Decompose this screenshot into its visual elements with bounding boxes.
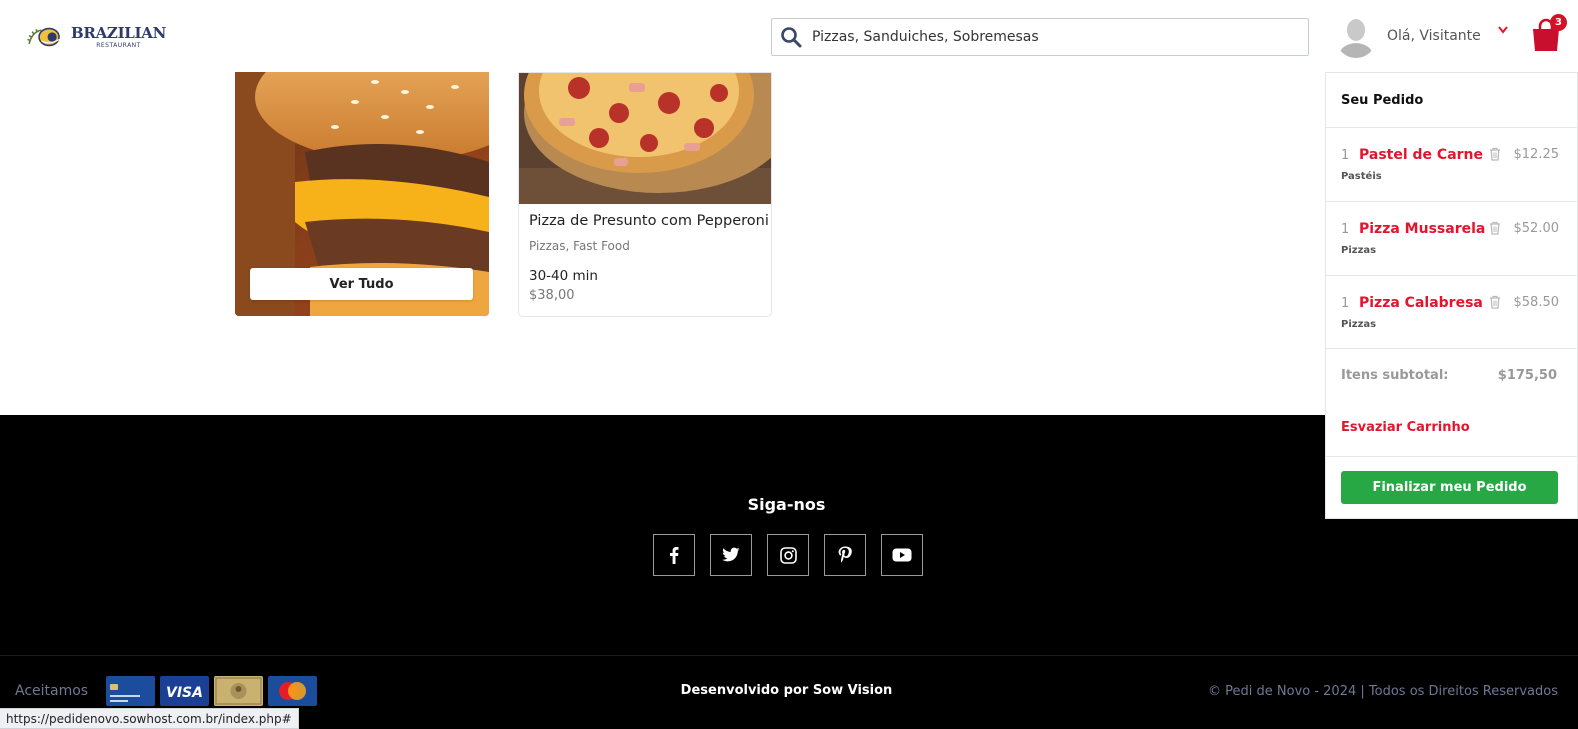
user-menu[interactable]: Olá, Visitante xyxy=(1335,14,1509,58)
status-bar-url: https://pedidenovo.sowhost.com.br/index.… xyxy=(0,708,299,729)
view-all-button[interactable]: Ver Tudo xyxy=(250,268,473,300)
item-category: Pastéis xyxy=(1341,171,1382,182)
item-price: $58.50 xyxy=(1513,295,1560,310)
search-input[interactable] xyxy=(812,29,1292,45)
instagram-icon xyxy=(779,546,797,564)
delivery-time: 30-40 min xyxy=(529,268,598,284)
logo-emblem-icon xyxy=(27,27,61,47)
item-name[interactable]: Pizza Mussarela xyxy=(1359,221,1485,237)
pinterest-icon xyxy=(838,546,852,563)
item-quantity: 1 xyxy=(1341,296,1350,311)
item-category: Pizzas xyxy=(1341,245,1377,256)
trash-icon[interactable] xyxy=(1489,147,1501,161)
trash-icon[interactable] xyxy=(1489,295,1501,309)
cart-dropdown: Seu Pedido 1 Pastel de Carne $12.25 Past… xyxy=(1325,72,1578,519)
item-category: Pizzas xyxy=(1341,319,1377,330)
search-bar[interactable] xyxy=(771,18,1309,56)
empty-cart-link[interactable]: Esvaziar Carrinho xyxy=(1341,420,1470,435)
product-card-pizza[interactable]: Pizza de Presunto com Pepperoni Pizzas, … xyxy=(518,72,772,317)
trash-icon[interactable] xyxy=(1489,221,1501,235)
twitter-link[interactable] xyxy=(710,534,752,576)
logo-subtitle: RESTAURANT xyxy=(96,41,141,49)
product-price: $38,00 xyxy=(529,288,575,303)
cart-item: 1 Pastel de Carne $12.25 Pastéis xyxy=(1326,128,1578,202)
item-price: $12.25 xyxy=(1513,147,1560,162)
item-name[interactable]: Pastel de Carne xyxy=(1359,147,1483,163)
subtotal-value: $175,50 xyxy=(1497,368,1557,383)
cart-count-badge[interactable]: 3 xyxy=(1550,14,1567,31)
divider xyxy=(1326,348,1578,349)
cart-item: 1 Pizza Mussarela $52.00 Pizzas xyxy=(1326,202,1578,276)
instagram-link[interactable] xyxy=(767,534,809,576)
site-header: BRAZILIAN RESTAURANT Olá, Visitante 3 xyxy=(0,0,1578,72)
youtube-icon xyxy=(892,548,912,562)
search-icon[interactable] xyxy=(780,26,802,48)
brand-logo[interactable]: BRAZILIAN RESTAURANT xyxy=(26,20,166,54)
footer-divider xyxy=(0,655,1578,656)
item-price: $52.00 xyxy=(1513,221,1560,236)
user-greeting[interactable]: Olá, Visitante xyxy=(1387,28,1481,44)
checkout-button[interactable]: Finalizar meu Pedido xyxy=(1341,471,1558,504)
youtube-link[interactable] xyxy=(881,534,923,576)
logo-title: BRAZILIAN xyxy=(71,23,166,42)
cart-title: Seu Pedido xyxy=(1341,93,1424,108)
pinterest-link[interactable] xyxy=(824,534,866,576)
copyright-text: © Pedi de Novo - 2024 | Todos os Direito… xyxy=(1208,684,1558,699)
chevron-down-icon[interactable] xyxy=(1497,24,1509,36)
facebook-icon xyxy=(670,547,679,564)
product-name[interactable]: Pizza de Presunto com Pepperoni xyxy=(529,213,769,229)
item-name[interactable]: Pizza Calabresa xyxy=(1359,295,1483,311)
item-quantity: 1 xyxy=(1341,148,1350,163)
cart-item: 1 Pizza Calabresa $58.50 Pizzas xyxy=(1326,276,1578,350)
avatar xyxy=(1335,14,1377,58)
divider xyxy=(1326,456,1578,457)
subtotal-label: Itens subtotal: xyxy=(1341,368,1449,383)
social-links xyxy=(653,534,923,576)
facebook-link[interactable] xyxy=(653,534,695,576)
twitter-icon xyxy=(722,547,740,562)
pizza-image xyxy=(519,73,771,204)
burger-card[interactable]: Ver Tudo xyxy=(235,72,489,316)
item-quantity: 1 xyxy=(1341,222,1350,237)
product-category: Pizzas, Fast Food xyxy=(529,239,630,253)
